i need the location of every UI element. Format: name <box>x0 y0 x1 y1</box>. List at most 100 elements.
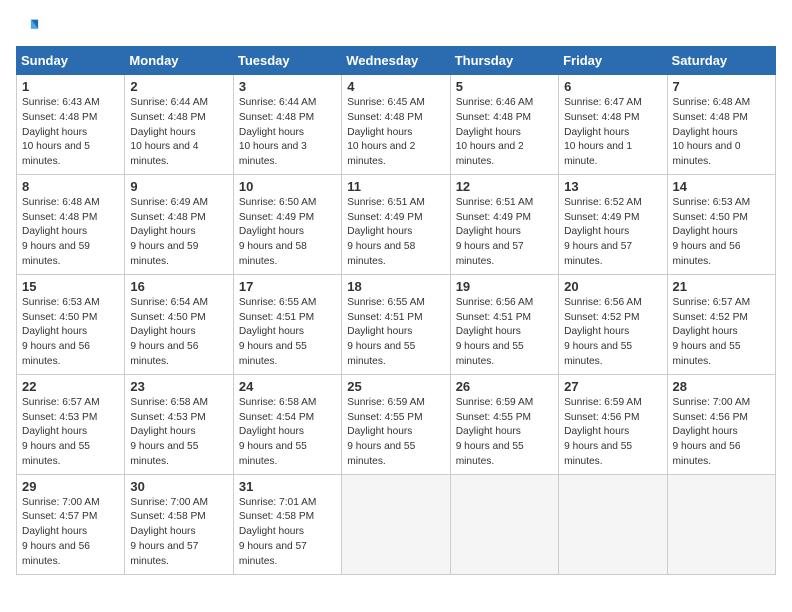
cell-info: Sunrise: 6:49 AMSunset: 4:48 PMDaylight … <box>130 196 227 270</box>
cell-info: Sunrise: 6:53 AMSunset: 4:50 PMDaylight … <box>22 296 119 370</box>
calendar-cell: 26Sunrise: 6:59 AMSunset: 4:55 PMDayligh… <box>450 374 558 474</box>
cell-info: Sunrise: 6:54 AMSunset: 4:50 PMDaylight … <box>130 296 227 370</box>
day-header-tuesday: Tuesday <box>233 47 341 75</box>
calendar-cell: 22 Sunrise: 6:57 AMSunset: 4:53 PMDayligh… <box>17 374 125 474</box>
cell-info: Sunrise: 6:46 AMSunset: 4:48 PMDaylight … <box>456 96 553 170</box>
day-number: 8 <box>22 179 119 194</box>
calendar-cell: 13 Sunrise: 6:52 AMSunset: 4:49 PMDayligh… <box>559 174 667 274</box>
calendar-header-row: SundayMondayTuesdayWednesdayThursdayFrid… <box>17 47 776 75</box>
page-header <box>16 16 776 38</box>
cell-info: Sunrise: 6:59 AMSunset: 4:55 PMDaylight … <box>347 396 444 470</box>
day-number: 5 <box>456 79 553 94</box>
day-number: 3 <box>239 79 336 94</box>
calendar-cell: 20 Sunrise: 6:56 AMSunset: 4:52 PMDayligh… <box>559 274 667 374</box>
week-row-1: 1 Sunrise: 6:43 AMSunset: 4:48 PMDaylight… <box>17 75 776 175</box>
calendar-cell: 6 Sunrise: 6:47 AMSunset: 4:48 PMDaylight… <box>559 75 667 175</box>
cell-info: Sunrise: 6:47 AMSunset: 4:48 PMDaylight … <box>564 96 661 170</box>
calendar-cell: 7 Sunrise: 6:48 AMSunset: 4:48 PMDaylight… <box>667 75 775 175</box>
calendar-cell: 15 Sunrise: 6:53 AMSunset: 4:50 PMDayligh… <box>17 274 125 374</box>
day-number: 6 <box>564 79 661 94</box>
day-number: 16 <box>130 279 227 294</box>
day-header-wednesday: Wednesday <box>342 47 450 75</box>
day-number: 21 <box>673 279 770 294</box>
cell-info: Sunrise: 6:58 AMSunset: 4:54 PMDaylight … <box>239 396 336 470</box>
day-number: 14 <box>673 179 770 194</box>
calendar-cell: 28Sunrise: 7:00 AMSunset: 4:56 PMDayligh… <box>667 374 775 474</box>
cell-info: Sunrise: 6:48 AMSunset: 4:48 PMDaylight … <box>673 96 770 170</box>
day-number: 23 <box>130 379 227 394</box>
day-number: 30 <box>130 479 227 494</box>
day-header-sunday: Sunday <box>17 47 125 75</box>
calendar-cell: 2Sunrise: 6:44 AMSunset: 4:48 PMDaylight… <box>125 75 233 175</box>
calendar-cell: 9 Sunrise: 6:49 AMSunset: 4:48 PMDaylight… <box>125 174 233 274</box>
logo <box>16 16 40 38</box>
cell-info: Sunrise: 6:55 AMSunset: 4:51 PMDaylight … <box>239 296 336 370</box>
cell-info: Sunrise: 6:52 AMSunset: 4:49 PMDaylight … <box>564 196 661 270</box>
cell-info: Sunrise: 7:00 AMSunset: 4:58 PMDaylight … <box>130 496 227 570</box>
cell-info: Sunrise: 6:43 AMSunset: 4:48 PMDaylight … <box>22 96 119 170</box>
day-number: 2 <box>130 79 227 94</box>
calendar-cell: 11 Sunrise: 6:51 AMSunset: 4:49 PMDayligh… <box>342 174 450 274</box>
logo-icon <box>18 16 40 38</box>
day-number: 10 <box>239 179 336 194</box>
week-row-2: 8 Sunrise: 6:48 AMSunset: 4:48 PMDaylight… <box>17 174 776 274</box>
cell-info: Sunrise: 6:50 AMSunset: 4:49 PMDaylight … <box>239 196 336 270</box>
calendar-cell <box>450 474 558 574</box>
day-number: 31 <box>239 479 336 494</box>
day-number: 24 <box>239 379 336 394</box>
calendar-table: SundayMondayTuesdayWednesdayThursdayFrid… <box>16 46 776 575</box>
day-number: 12 <box>456 179 553 194</box>
cell-info: Sunrise: 6:56 AMSunset: 4:52 PMDaylight … <box>564 296 661 370</box>
day-number: 18 <box>347 279 444 294</box>
day-number: 7 <box>673 79 770 94</box>
calendar-cell: 19Sunrise: 6:56 AMSunset: 4:51 PMDayligh… <box>450 274 558 374</box>
week-row-3: 15 Sunrise: 6:53 AMSunset: 4:50 PMDayligh… <box>17 274 776 374</box>
calendar-cell: 12Sunrise: 6:51 AMSunset: 4:49 PMDayligh… <box>450 174 558 274</box>
cell-info: Sunrise: 6:53 AMSunset: 4:50 PMDaylight … <box>673 196 770 270</box>
calendar-cell: 29 Sunrise: 7:00 AMSunset: 4:57 PMDayligh… <box>17 474 125 574</box>
calendar-cell: 4Sunrise: 6:45 AMSunset: 4:48 PMDaylight… <box>342 75 450 175</box>
cell-info: Sunrise: 7:00 AMSunset: 4:57 PMDaylight … <box>22 496 119 570</box>
cell-info: Sunrise: 6:55 AMSunset: 4:51 PMDaylight … <box>347 296 444 370</box>
week-row-5: 29 Sunrise: 7:00 AMSunset: 4:57 PMDayligh… <box>17 474 776 574</box>
day-header-monday: Monday <box>125 47 233 75</box>
calendar-cell: 21Sunrise: 6:57 AMSunset: 4:52 PMDayligh… <box>667 274 775 374</box>
day-header-thursday: Thursday <box>450 47 558 75</box>
day-number: 13 <box>564 179 661 194</box>
calendar-cell: 30 Sunrise: 7:00 AMSunset: 4:58 PMDayligh… <box>125 474 233 574</box>
day-number: 9 <box>130 179 227 194</box>
calendar-cell <box>342 474 450 574</box>
calendar-cell: 25 Sunrise: 6:59 AMSunset: 4:55 PMDayligh… <box>342 374 450 474</box>
calendar-cell: 27Sunrise: 6:59 AMSunset: 4:56 PMDayligh… <box>559 374 667 474</box>
cell-info: Sunrise: 6:44 AMSunset: 4:48 PMDaylight … <box>239 96 336 170</box>
calendar-cell <box>559 474 667 574</box>
calendar-cell: 1 Sunrise: 6:43 AMSunset: 4:48 PMDaylight… <box>17 75 125 175</box>
day-number: 25 <box>347 379 444 394</box>
calendar-cell: 3 Sunrise: 6:44 AMSunset: 4:48 PMDaylight… <box>233 75 341 175</box>
calendar-cell: 18 Sunrise: 6:55 AMSunset: 4:51 PMDayligh… <box>342 274 450 374</box>
day-header-saturday: Saturday <box>667 47 775 75</box>
cell-info: Sunrise: 6:56 AMSunset: 4:51 PMDaylight … <box>456 296 553 370</box>
week-row-4: 22 Sunrise: 6:57 AMSunset: 4:53 PMDayligh… <box>17 374 776 474</box>
day-number: 27 <box>564 379 661 394</box>
calendar-cell: 5 Sunrise: 6:46 AMSunset: 4:48 PMDaylight… <box>450 75 558 175</box>
day-number: 20 <box>564 279 661 294</box>
day-number: 1 <box>22 79 119 94</box>
day-number: 11 <box>347 179 444 194</box>
calendar-cell: 16 Sunrise: 6:54 AMSunset: 4:50 PMDayligh… <box>125 274 233 374</box>
cell-info: Sunrise: 6:59 AMSunset: 4:55 PMDaylight … <box>456 396 553 470</box>
calendar-cell: 24 Sunrise: 6:58 AMSunset: 4:54 PMDayligh… <box>233 374 341 474</box>
cell-info: Sunrise: 7:01 AMSunset: 4:58 PMDaylight … <box>239 496 336 570</box>
day-number: 4 <box>347 79 444 94</box>
calendar-cell: 23Sunrise: 6:58 AMSunset: 4:53 PMDayligh… <box>125 374 233 474</box>
calendar-cell: 14 Sunrise: 6:53 AMSunset: 4:50 PMDayligh… <box>667 174 775 274</box>
day-number: 29 <box>22 479 119 494</box>
calendar-cell: 8 Sunrise: 6:48 AMSunset: 4:48 PMDaylight… <box>17 174 125 274</box>
day-number: 15 <box>22 279 119 294</box>
cell-info: Sunrise: 6:57 AMSunset: 4:53 PMDaylight … <box>22 396 119 470</box>
cell-info: Sunrise: 6:48 AMSunset: 4:48 PMDaylight … <box>22 196 119 270</box>
calendar-cell: 31 Sunrise: 7:01 AMSunset: 4:58 PMDayligh… <box>233 474 341 574</box>
cell-info: Sunrise: 6:51 AMSunset: 4:49 PMDaylight … <box>347 196 444 270</box>
day-number: 22 <box>22 379 119 394</box>
day-number: 17 <box>239 279 336 294</box>
